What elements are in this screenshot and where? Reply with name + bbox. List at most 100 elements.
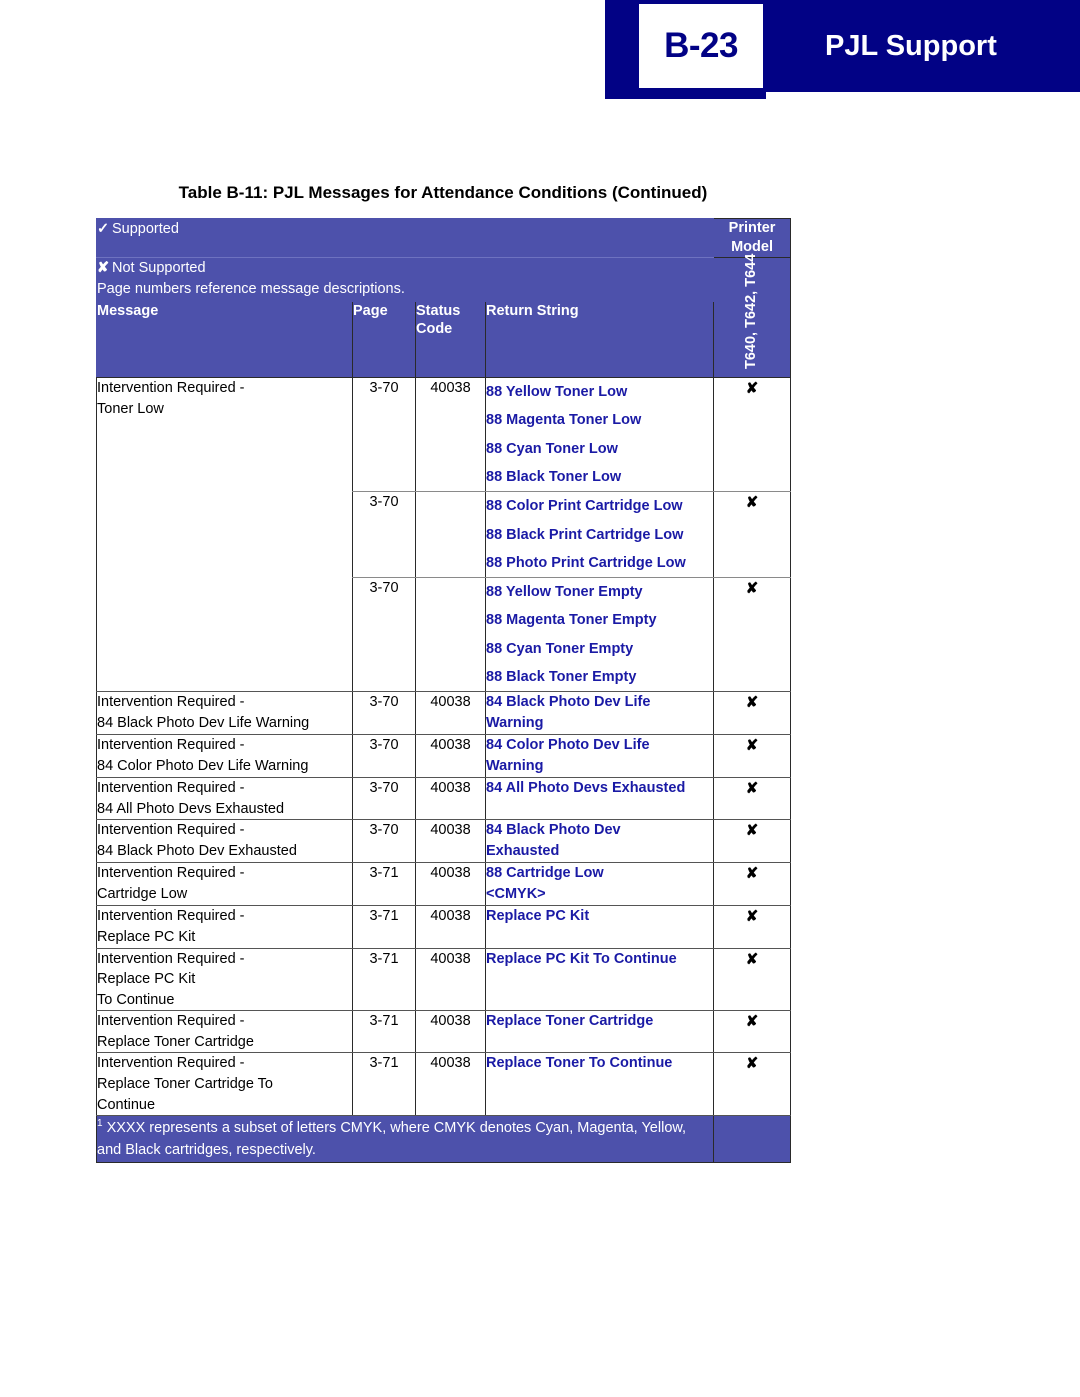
table-row: Intervention Required - 84 Color Photo D… (96, 734, 792, 779)
cell-supported-mark: ✘ (713, 691, 792, 736)
page-number: B-23 (664, 26, 738, 65)
legend-supported-cell: ✓ Supported (95, 218, 715, 258)
cell-return-string: 84 All Photo Devs Exhausted (484, 777, 714, 821)
legend-not-supported-label: Not Supported (112, 259, 206, 276)
legend-not-supported-cell: ✘ Not Supported Page numbers reference me… (95, 256, 715, 303)
page-number-box: B-23 (639, 4, 763, 88)
table-column-header-row: Message Page Status Code Return String (96, 301, 791, 379)
cell-page: 3-70 (352, 819, 416, 864)
page-title: PJL Support (825, 29, 997, 62)
return-string-line: Replace Toner To Continue (486, 1055, 673, 1072)
return-string-line: 88 Black Toner Empty (486, 668, 637, 685)
printer-models-label: T640, T642, T644 (743, 253, 760, 370)
header-underline-rule (605, 92, 1080, 99)
return-string-line: Replace Toner Cartridge (486, 1013, 654, 1030)
cell-status-code (415, 491, 486, 579)
footnote-spacer-cell (713, 1115, 792, 1163)
legend-note: Page numbers reference message descripti… (97, 281, 405, 298)
cell-message: Intervention Required - Replace PC Kit (96, 905, 353, 949)
return-string-line: 88 Black Toner Low (486, 468, 622, 485)
table-row: Intervention Required - Replace PC Kit T… (96, 948, 792, 1012)
table-legend-row-supported: ✓ Supported Printer Model (95, 218, 792, 258)
cell-status-code: 40038 (415, 734, 486, 779)
cell-status-code (415, 577, 486, 693)
cell-page: 3-70 (352, 577, 416, 693)
cell-message: Intervention Required - 84 Black Photo D… (96, 691, 353, 736)
cell-message: Intervention Required - Toner Low (96, 377, 353, 693)
table-row: Intervention Required - Replace Toner Ca… (96, 1010, 792, 1054)
printer-model-rotated-cell: T640, T642, T644 (713, 253, 792, 379)
pjl-messages-table: ✓ Supported Printer Model ✘ Not Supported … (95, 218, 792, 1163)
return-string-line: 88 Photo Print Cartridge Low (486, 554, 686, 571)
status-code-line1: Status (416, 303, 461, 320)
cell-status-code: 40038 (415, 1010, 486, 1054)
cell-supported-mark: ✘ (713, 1010, 792, 1054)
cell-status-code: 40038 (415, 819, 486, 864)
cell-page: 3-71 (352, 862, 416, 907)
return-string-line: 88 Yellow Toner Low (486, 384, 628, 401)
cell-status-code: 40038 (415, 862, 486, 907)
return-string-line: 88 Yellow Toner Empty (486, 584, 643, 601)
cell-status-code: 40038 (415, 948, 486, 1012)
return-string-line: Replace PC Kit (486, 908, 590, 925)
cell-page: 3-70 (352, 734, 416, 779)
return-string-line: 88 Cyan Toner Low (486, 440, 618, 457)
return-string-line: 88 Cartridge Low (486, 865, 604, 882)
table-caption: Table B-11: PJL Messages for Attendance … (178, 183, 708, 202)
return-string-line: 88 Black Print Cartridge Low (486, 526, 684, 543)
cell-supported-mark: ✘ (713, 577, 792, 693)
cell-message: Intervention Required - Replace Toner Ca… (96, 1052, 353, 1117)
cell-message: Intervention Required - 84 Color Photo D… (96, 734, 353, 779)
cell-page: 3-70 (352, 377, 416, 493)
cell-return-string: 84 Color Photo Dev Life Warning (484, 734, 714, 779)
cell-return-string: 84 Black Photo Dev Life Warning (484, 691, 714, 736)
page-header-banner: B-23 PJL Support (605, 0, 1080, 92)
printer-model-line2: Model (731, 238, 773, 255)
return-string-line: 88 Magenta Toner Low (486, 412, 642, 429)
return-string-line: 88 Color Print Cartridge Low (486, 498, 683, 515)
cell-page: 3-71 (352, 948, 416, 1012)
table-row: Intervention Required - 84 Black Photo D… (96, 819, 792, 864)
check-icon: ✓ (97, 221, 110, 237)
return-string-line: 84 All Photo Devs Exhausted (486, 780, 686, 797)
cell-supported-mark: ✘ (713, 819, 792, 864)
table-row: Intervention Required - 84 All Photo Dev… (96, 777, 792, 821)
cell-status-code: 40038 (415, 377, 486, 493)
return-string-line: Exhausted (486, 843, 560, 860)
cell-message: Intervention Required - Cartridge Low (96, 862, 353, 907)
printer-model-line1: Printer (728, 220, 776, 236)
cell-status-code: 40038 (415, 691, 486, 736)
cell-return-string: 84 Black Photo Dev Exhausted (484, 819, 714, 864)
cell-return-string: Replace PC Kit To Continue (484, 948, 714, 1012)
return-string-line: Warning (486, 715, 544, 732)
table-row: Intervention Required - 84 Black Photo D… (96, 691, 792, 736)
column-header-return-string: Return String (484, 301, 714, 379)
column-header-message: Message (96, 301, 353, 379)
return-string-line: Warning (486, 758, 544, 775)
return-string-line: 84 Color Photo Dev Life (486, 737, 650, 754)
return-string-line: 88 Magenta Toner Empty (486, 612, 657, 629)
cell-message: Intervention Required - Replace PC Kit T… (96, 948, 353, 1012)
cell-message: Intervention Required - 84 Black Photo D… (96, 819, 353, 864)
cell-supported-mark: ✘ (713, 1052, 792, 1117)
cell-supported-mark: ✘ (713, 491, 792, 579)
table-row: Intervention Required - Cartridge Low 3-… (96, 862, 792, 907)
table-legend-row-not-supported: ✘ Not Supported Page numbers reference me… (95, 254, 792, 379)
printer-model-header: Printer Model (713, 218, 792, 258)
column-header-page: Page (352, 301, 416, 379)
cell-supported-mark: ✘ (713, 948, 792, 1012)
cell-supported-mark: ✘ (713, 734, 792, 779)
cell-page: 3-71 (352, 905, 416, 949)
header-underline-gap (766, 92, 1080, 99)
cell-page: 3-70 (352, 491, 416, 579)
cell-page: 3-70 (352, 777, 416, 821)
cell-page: 3-71 (352, 1010, 416, 1054)
footnote-text: XXXX represents a subset of letters CMYK… (97, 1120, 687, 1158)
cell-status-code: 40038 (415, 905, 486, 949)
footnote-cell: 1 XXXX represents a subset of letters CM… (95, 1115, 715, 1163)
cell-return-string: Replace Toner To Continue (484, 1052, 714, 1117)
legend-supported-label: Supported (112, 221, 179, 237)
column-header-status-code: Status Code (415, 301, 486, 379)
table-row: Intervention Required - Replace Toner Ca… (96, 1052, 792, 1117)
cell-page: 3-70 (352, 691, 416, 736)
